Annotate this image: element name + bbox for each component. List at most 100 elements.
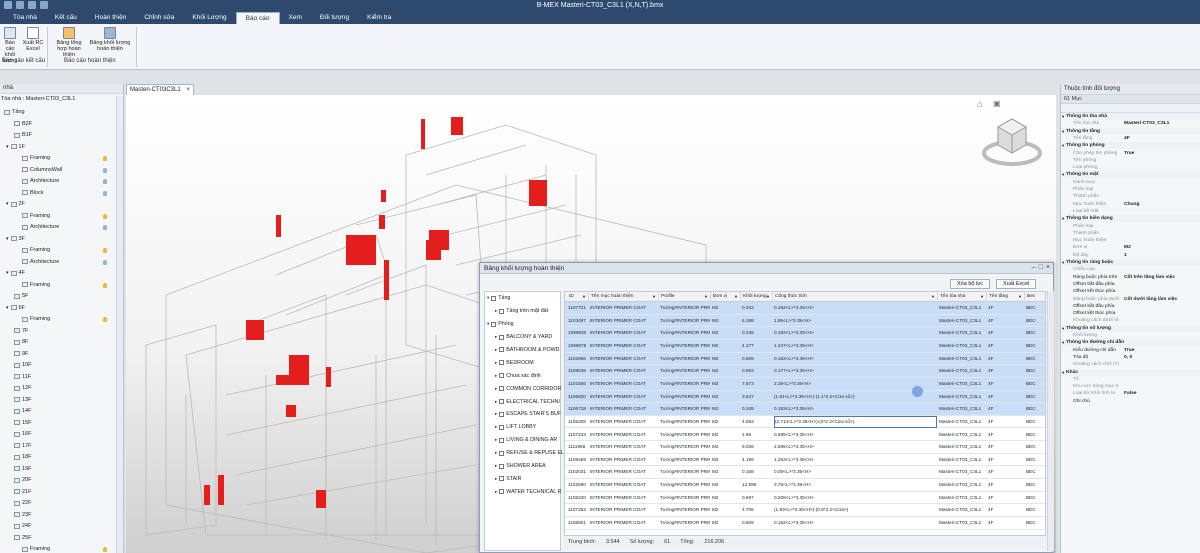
property-row[interactable]: Khoảng cách dưới lớ <box>1061 317 1200 324</box>
property-row[interactable]: Thành phần <box>1061 230 1200 237</box>
filter-item[interactable]: ▾ Phòng <box>487 321 514 327</box>
table-cell[interactable]: 1.85<L>*3.35<H> <box>774 315 937 328</box>
tree-item[interactable]: ColumnsWall <box>22 167 62 173</box>
close-icon[interactable]: × <box>186 87 190 93</box>
table-cell[interactable]: 1.247<L>*3.35<H> <box>774 340 937 353</box>
table-row[interactable]: 1111968 INTERIOR PRIMER COAT Tường#INTERIO… <box>565 441 1045 454</box>
property-row[interactable]: Phân loại <box>1061 223 1200 230</box>
expand-icon[interactable]: ▾ <box>6 236 9 242</box>
expand-icon[interactable]: ▸ <box>495 450 497 456</box>
column-header[interactable]: ID ▼ <box>567 292 589 302</box>
property-value[interactable]: Cốt dưới tầng làm việc <box>1124 296 1177 303</box>
filter-checkbox[interactable] <box>499 424 505 430</box>
tree-item[interactable]: 13F <box>14 397 31 403</box>
tree-item[interactable]: Architecture <box>22 178 59 184</box>
view-cube[interactable] <box>980 113 1044 169</box>
table-cell[interactable]: 1.253<L>*3.35<H> <box>774 454 937 467</box>
tree-item[interactable]: 21F <box>14 489 31 495</box>
filter-checkbox[interactable] <box>499 399 505 404</box>
property-row[interactable]: Mục hoàn thiện Chung <box>1061 201 1200 208</box>
export-rc-excel-button[interactable]: Xuất RC Excel <box>22 27 44 52</box>
visibility-bulb-icon[interactable] <box>103 179 107 184</box>
expand-icon[interactable]: ▸ <box>495 489 497 495</box>
ribbon-tab[interactable]: Báo cáo <box>235 12 280 24</box>
property-value[interactable]: 4F <box>1124 135 1130 142</box>
tree-item[interactable]: 16F <box>14 431 31 437</box>
table-cell[interactable]: 0.152<L>*3.35<H> <box>774 517 937 530</box>
table-row[interactable]: 1106208 INTERIOR PRIMER COAT Tường#INTERIO… <box>565 415 1045 429</box>
property-row[interactable]: Phân loại <box>1061 186 1200 193</box>
expand-icon[interactable]: ▸ <box>495 411 497 417</box>
tree-item[interactable]: 25F <box>14 535 31 541</box>
filter-icon[interactable]: ▼ <box>734 292 738 302</box>
tree-item[interactable]: ▾ 1F <box>6 144 25 150</box>
filter-item[interactable]: ▸ BALCONY & YARD <box>495 334 552 340</box>
expand-icon[interactable]: ▸ <box>495 347 497 353</box>
tree-item[interactable]: Framing <box>22 247 50 253</box>
expand-icon[interactable]: ▸ <box>495 386 497 392</box>
close-icon[interactable]: × <box>1046 264 1050 271</box>
filter-checkbox[interactable] <box>491 321 497 327</box>
expand-icon[interactable]: ▾ <box>6 270 9 276</box>
visibility-bulb-icon[interactable] <box>103 248 107 253</box>
filter-item[interactable]: ▸ ESCAPE STAIR'S BUF <box>495 411 561 417</box>
filter-item[interactable]: ▸ COMMON CORRIDOR <box>495 386 561 392</box>
property-row[interactable]: Thành phần <box>1061 193 1200 200</box>
table-cell[interactable]: 0.183<L>*3.35<H> <box>774 403 937 416</box>
tree-item[interactable]: 20F <box>14 477 31 483</box>
filter-checkbox[interactable] <box>499 463 505 469</box>
filter-icon[interactable]: ▼ <box>652 292 656 302</box>
table-cell[interactable]: 0.05<L>*3.35<H> <box>774 466 937 479</box>
column-header[interactable]: Profile ▼ <box>659 292 711 302</box>
filter-item[interactable]: ▸ BEDROOM <box>495 360 534 366</box>
expand-icon[interactable]: ▾ <box>6 305 9 311</box>
table-cell[interactable]: 0.177<L>*3.35<H> <box>774 365 937 378</box>
table-row[interactable]: 1107262 INTERIOR PRIMER COAT Tường#INTERIO… <box>565 504 1045 518</box>
collapse-icon[interactable]: ▾ <box>1062 171 1064 178</box>
ribbon-tab[interactable]: Khối Lượng <box>183 12 235 24</box>
expand-icon[interactable]: ▾ <box>487 295 489 301</box>
expand-icon[interactable]: ▸ <box>495 424 497 430</box>
property-value[interactable]: M2 <box>1124 244 1131 251</box>
visibility-bulb-icon[interactable] <box>103 259 107 265</box>
home-icon[interactable]: ⌂ <box>977 99 982 109</box>
tree-item[interactable]: ▾ 2F <box>6 201 25 207</box>
tree-item[interactable]: 22F <box>14 500 31 506</box>
expand-icon[interactable]: ▸ <box>495 360 497 366</box>
property-row[interactable]: Ràng buộc phía dưới Cốt dưới tầng làm việ… <box>1061 296 1200 303</box>
table-row[interactable]: 1099875 INTERIOR PRIMER COAT Tường#INTERIO… <box>565 339 1045 353</box>
table-row[interactable]: 1106459 INTERIOR PRIMER COAT Tường#INTERIO… <box>565 454 1045 467</box>
expand-icon[interactable]: ▸ <box>495 437 497 443</box>
property-row[interactable]: Ghi chú <box>1061 398 1200 405</box>
visibility-bulb-icon[interactable] <box>103 317 107 322</box>
filter-checkbox[interactable] <box>499 373 505 379</box>
property-value[interactable]: Masteri-CT03_C3L1 <box>1124 120 1169 127</box>
tree-item[interactable]: Block <box>22 190 43 196</box>
filter-checkbox[interactable] <box>499 347 505 353</box>
property-value[interactable]: 1 <box>1124 252 1127 259</box>
table-cell[interactable]: 0.585<L>*3.35<H> <box>774 429 937 442</box>
tree-item[interactable]: 14F <box>14 408 31 414</box>
filter-checkbox[interactable] <box>499 411 505 417</box>
expand-icon[interactable]: ▸ <box>495 463 497 469</box>
property-value[interactable]: 0, 0 <box>1124 354 1132 361</box>
property-row[interactable]: Danh mục <box>1061 179 1200 186</box>
property-row[interactable]: Tên phòng <box>1061 157 1200 164</box>
property-row[interactable]: Khu vực hàng mục II <box>1061 383 1200 390</box>
table-scrollbar[interactable] <box>1047 291 1054 551</box>
table-row[interactable]: 1101506 INTERIOR PRIMER COAT Tường#INTERIO… <box>565 377 1045 391</box>
expand-icon[interactable]: ▸ <box>495 399 497 405</box>
filter-item[interactable]: ▸ BATHROOM & POWD <box>495 347 559 353</box>
column-header[interactable]: Tên tầng ▼ <box>987 292 1025 302</box>
collapse-icon[interactable]: ▾ <box>1062 325 1064 332</box>
table-cell[interactable]: 0.152<L>*3.35<H> <box>774 353 937 366</box>
finish-volume-button[interactable]: Bảng khối lượng hoàn thiện <box>88 27 132 52</box>
clear-filter-button[interactable]: Xóa bộ lọc <box>950 279 990 289</box>
minimize-icon[interactable]: – <box>1032 264 1036 271</box>
table-row[interactable]: 1106820 INTERIOR PRIMER COAT Tường#INTERIO… <box>565 390 1045 404</box>
collapse-icon[interactable]: ▾ <box>1062 113 1064 120</box>
tab-3d-view[interactable]: Masteri-CT03C3L1 × <box>126 84 194 95</box>
property-value[interactable]: True <box>1124 150 1134 157</box>
table-row[interactable]: 1099930 INTERIOR PRIMER COAT Tường#INTERIO… <box>565 327 1045 340</box>
table-cell[interactable]: (2.714<L>*3.35<H>)-(2*2.2<Cửa sổ>) <box>774 415 937 428</box>
